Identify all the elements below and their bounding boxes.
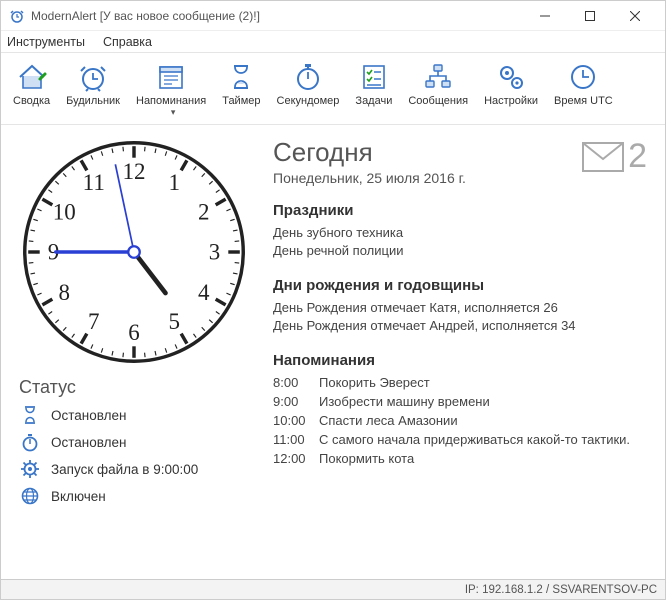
today-header: Сегодня Понедельник, 25 июля 2016 г. 2 [273, 137, 647, 186]
holidays-section: Праздники День зубного техника День речно… [273, 186, 647, 261]
today-date: Понедельник, 25 июля 2016 г. [273, 170, 466, 186]
reminder-text: С самого начала придерживаться какой-то … [319, 432, 647, 447]
stopwatch-icon [19, 431, 41, 453]
tool-utc[interactable]: Время UTC [550, 59, 617, 109]
holiday-item: День зубного техника [273, 225, 647, 240]
unread-badge[interactable]: 2 [582, 137, 647, 176]
birthday-item: День Рождения отмечает Катя, исполняется… [273, 300, 647, 315]
status-panel: Статус Остановлен Остановлен Запуск файла … [19, 367, 249, 512]
tool-messages-label: Сообщения [408, 95, 468, 107]
svg-text:4: 4 [198, 280, 210, 305]
left-column: 123456789101112 Статус ОстановленОстанов… [19, 137, 249, 569]
tool-timer[interactable]: Таймер [218, 59, 264, 109]
clock-icon [567, 61, 599, 93]
tool-reminders[interactable]: Напоминания ▾ [132, 59, 210, 120]
reminder-time: 10:00 [273, 413, 319, 428]
reminder-time: 11:00 [273, 432, 319, 447]
reminder-text: Изобрести машину времени [319, 394, 647, 409]
app-icon [9, 8, 25, 24]
holiday-item: День речной полиции [273, 243, 647, 258]
statusbar: IP: 192.168.1.2 / SSVARENTSOV-PC [1, 579, 665, 599]
calendar-icon [155, 61, 187, 93]
status-heading: Статус [19, 377, 249, 398]
reminders-section: Напоминания 8:00Покорить Эверест9:00Изоб… [273, 336, 647, 466]
menubar: Инструменты Справка [1, 31, 665, 53]
status-row: Остановлен [19, 431, 249, 453]
tool-settings[interactable]: Настройки [480, 59, 542, 109]
gear-icon [19, 458, 41, 480]
hourglass-icon [19, 404, 41, 426]
reminder-text: Покормить кота [319, 451, 647, 466]
tool-settings-label: Настройки [484, 95, 538, 107]
svg-text:7: 7 [88, 309, 99, 334]
tool-stopwatch-label: Секундомер [277, 95, 340, 107]
minimize-button[interactable] [522, 1, 567, 30]
svg-text:2: 2 [198, 199, 210, 224]
svg-text:3: 3 [209, 240, 221, 265]
unread-count: 2 [628, 137, 647, 176]
tool-summary-label: Сводка [13, 95, 50, 107]
status-text: Остановлен [51, 435, 126, 450]
svg-text:8: 8 [59, 280, 70, 305]
statusbar-text: IP: 192.168.1.2 / SSVARENTSOV-PC [465, 584, 657, 596]
analog-clock: 123456789101112 [19, 137, 249, 367]
reminders-heading: Напоминания [273, 352, 647, 369]
chevron-down-icon[interactable]: ▾ [171, 107, 176, 118]
svg-text:6: 6 [128, 320, 140, 345]
holidays-heading: Праздники [273, 202, 647, 219]
status-text: Включен [51, 489, 106, 504]
tool-utc-label: Время UTC [554, 95, 613, 107]
tool-alarm[interactable]: Будильник [62, 59, 124, 109]
stopwatch-icon [292, 61, 324, 93]
status-text: Запуск файла в 9:00:00 [51, 462, 198, 477]
envelope-icon [582, 142, 624, 172]
window-buttons [522, 1, 657, 30]
close-button[interactable] [612, 1, 657, 30]
svg-text:5: 5 [169, 309, 181, 334]
maximize-button[interactable] [567, 1, 612, 30]
svg-text:11: 11 [83, 170, 105, 195]
menu-tools[interactable]: Инструменты [7, 35, 85, 49]
globe-icon [19, 485, 41, 507]
reminder-time: 12:00 [273, 451, 319, 466]
window-title: ModernAlert [У вас новое сообщение (2)!] [31, 9, 522, 23]
status-row: Запуск файла в 9:00:00 [19, 458, 249, 480]
network-icon [422, 61, 454, 93]
tool-tasks-label: Задачи [355, 95, 392, 107]
svg-text:10: 10 [53, 199, 76, 224]
home-icon [16, 61, 48, 93]
birthdays-heading: Дни рождения и годовщины [273, 277, 647, 294]
reminder-text: Покорить Эверест [319, 375, 647, 390]
tool-reminders-label: Напоминания [136, 95, 206, 107]
titlebar: ModernAlert [У вас новое сообщение (2)!] [1, 1, 665, 31]
tasks-icon [358, 61, 390, 93]
birthday-item: День Рождения отмечает Андрей, исполняет… [273, 318, 647, 333]
svg-text:1: 1 [169, 170, 181, 195]
toolbar: Сводка Будильник Напоминания ▾ [1, 53, 665, 125]
alarm-icon [77, 61, 109, 93]
gears-icon [495, 61, 527, 93]
tool-tasks[interactable]: Задачи [351, 59, 396, 109]
status-text: Остановлен [51, 408, 126, 423]
reminder-time: 9:00 [273, 394, 319, 409]
reminder-time: 8:00 [273, 375, 319, 390]
main-area: 123456789101112 Статус ОстановленОстанов… [1, 125, 665, 579]
status-row: Включен [19, 485, 249, 507]
right-column: Сегодня Понедельник, 25 июля 2016 г. 2 П… [273, 137, 647, 569]
tool-timer-label: Таймер [222, 95, 260, 107]
today-title: Сегодня [273, 137, 466, 168]
tool-stopwatch[interactable]: Секундомер [273, 59, 344, 109]
reminder-text: Спасти леса Амазонии [319, 413, 647, 428]
svg-text:12: 12 [123, 159, 146, 184]
hourglass-icon [225, 61, 257, 93]
status-row: Остановлен [19, 404, 249, 426]
tool-alarm-label: Будильник [66, 95, 120, 107]
tool-messages[interactable]: Сообщения [404, 59, 472, 109]
menu-help[interactable]: Справка [103, 35, 152, 49]
birthdays-section: Дни рождения и годовщины День Рождения о… [273, 261, 647, 336]
tool-summary[interactable]: Сводка [9, 59, 54, 109]
